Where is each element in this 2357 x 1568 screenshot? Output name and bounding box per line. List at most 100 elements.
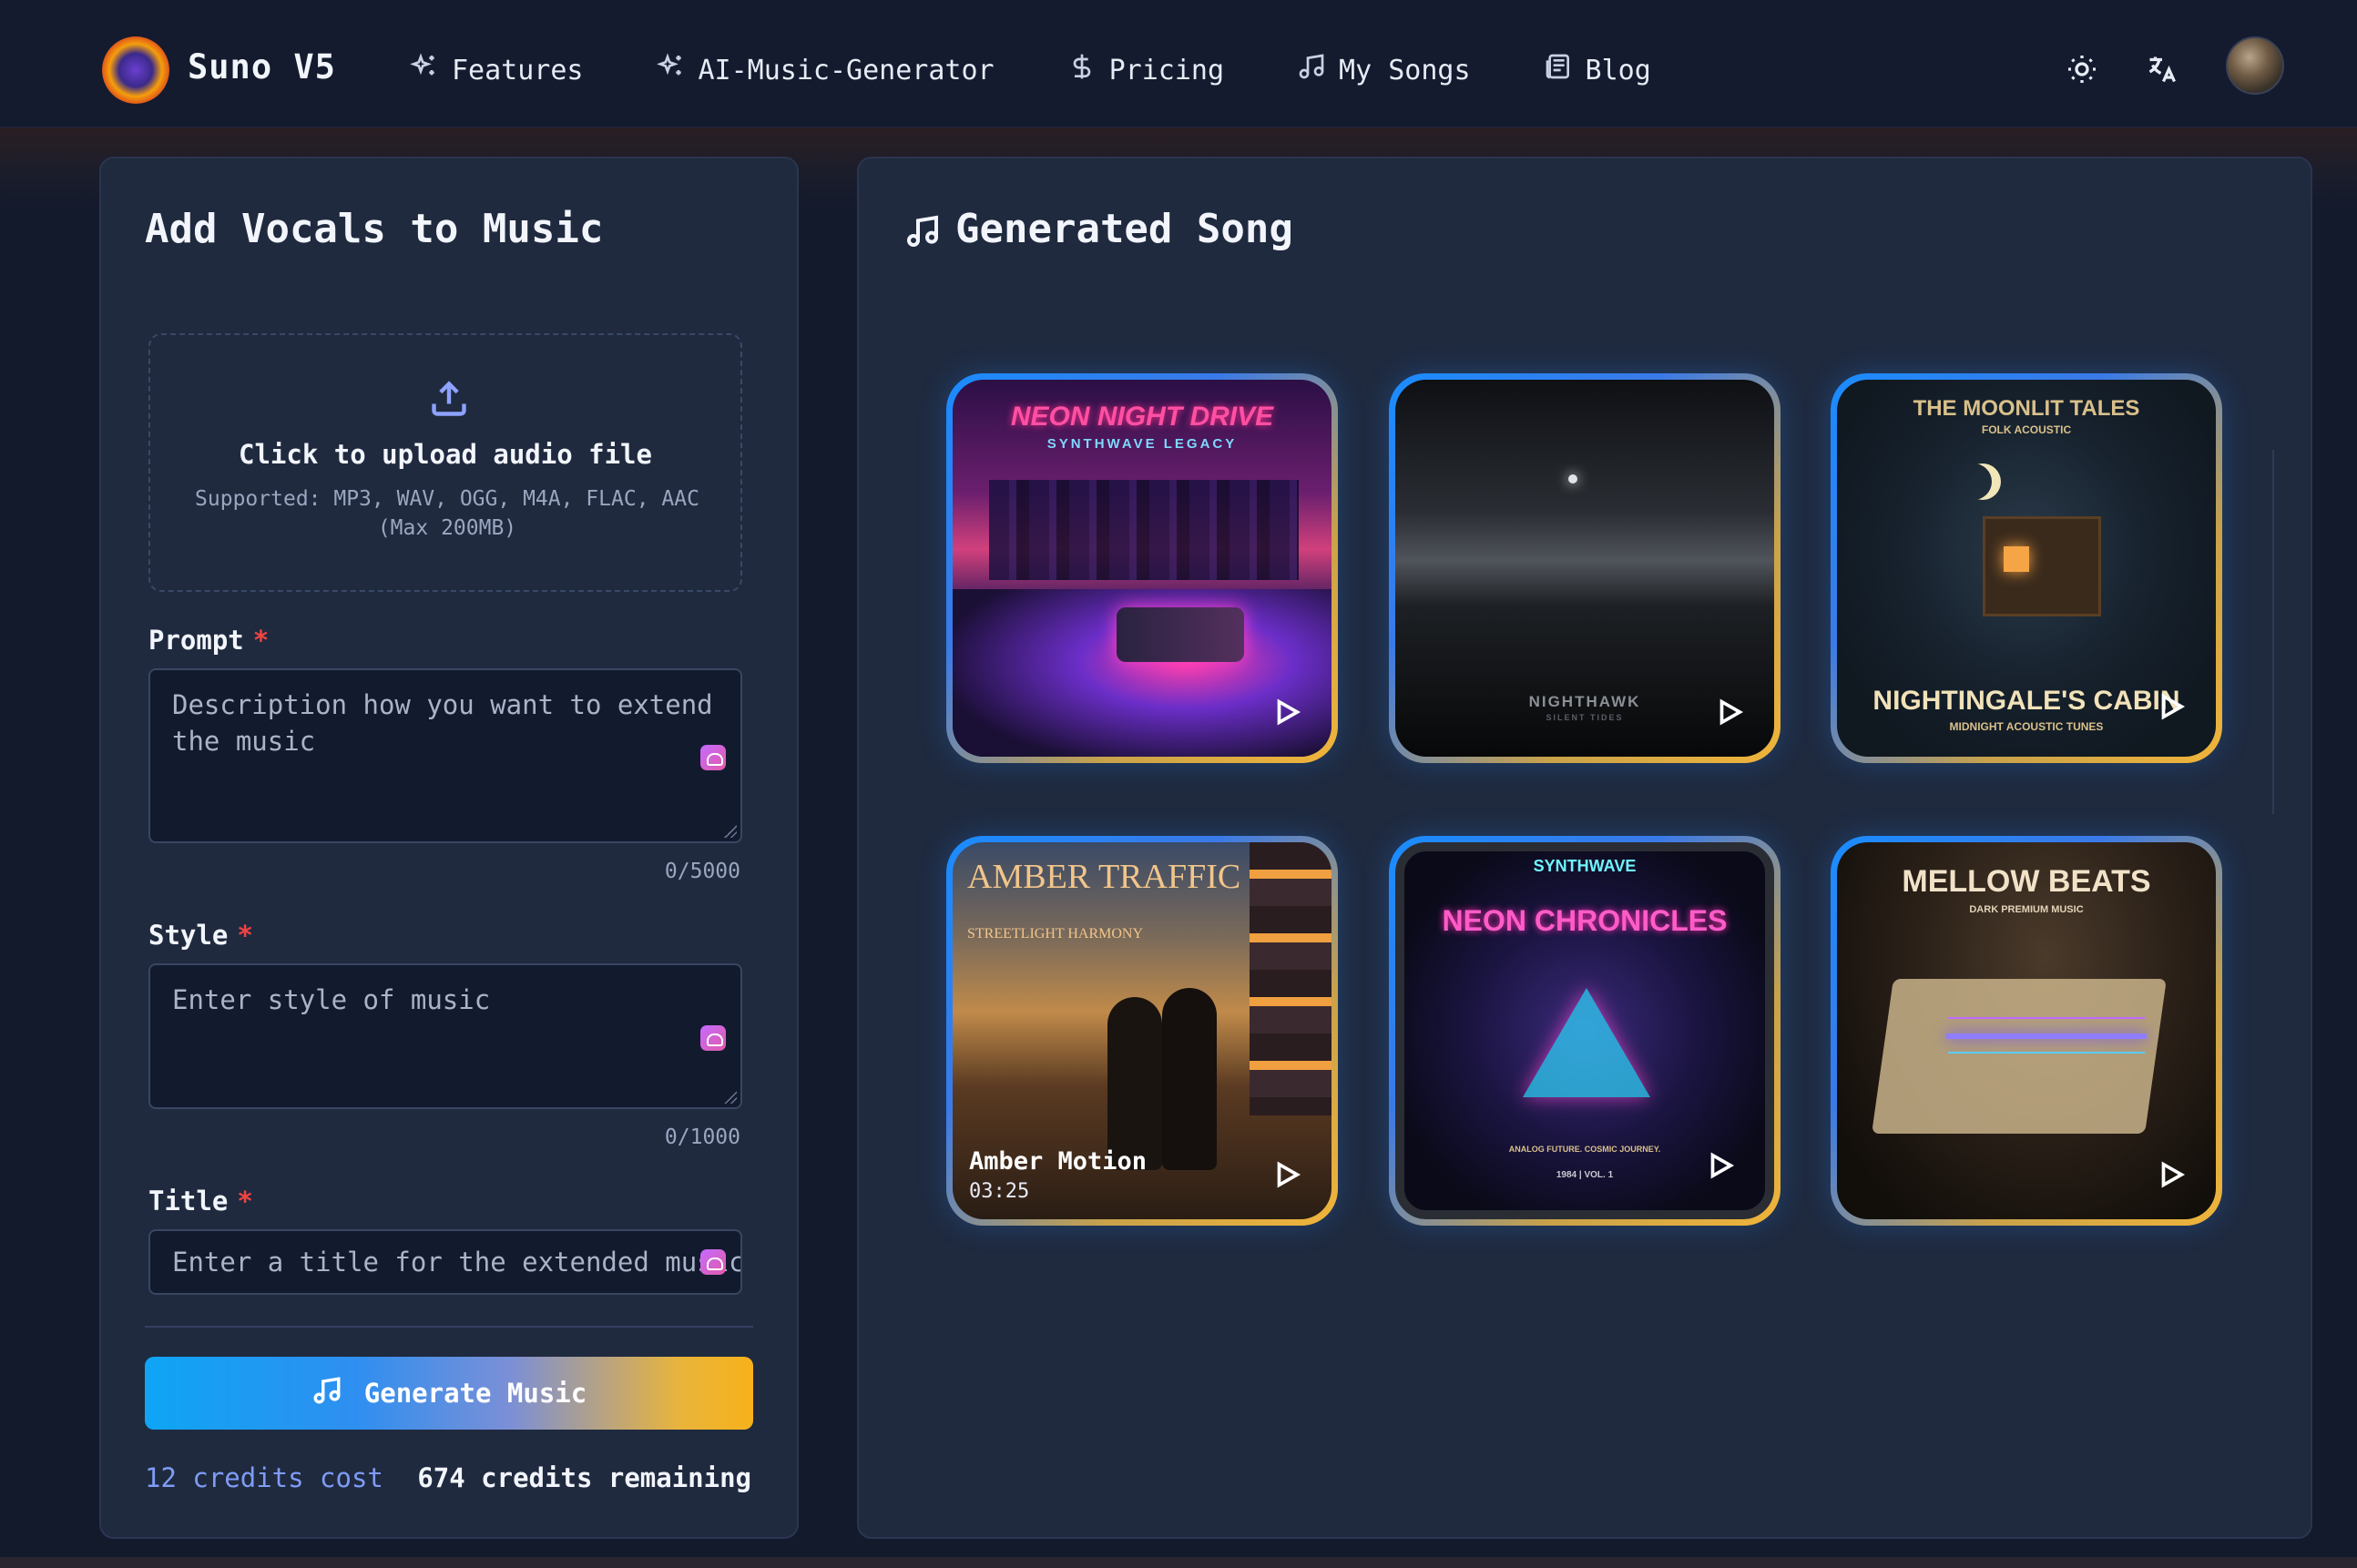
upload-supported-formats: Supported: MP3, WAV, OGG, M4A, FLAC, AAC… bbox=[195, 487, 699, 540]
resize-handle-icon[interactable] bbox=[724, 1091, 737, 1104]
top-navigation-bar: Suno V5 Features AI-Music-Generator Pric… bbox=[0, 0, 2357, 127]
nav-label: AI-Music-Generator bbox=[698, 54, 995, 87]
prompt-label-text: Prompt bbox=[148, 625, 244, 656]
suno-logo-icon[interactable] bbox=[97, 31, 175, 109]
style-textarea[interactable]: Enter style of music bbox=[148, 963, 742, 1109]
song-card[interactable]: THE MOONLIT TALES FOLK ACOUSTIC NIGHTING… bbox=[1831, 373, 2222, 763]
album-subtitle: SYNTHWAVE LEGACY bbox=[1046, 436, 1238, 452]
album-subtitle: MIDNIGHT ACOUSTIC TUNES bbox=[1949, 720, 2104, 733]
ai-assist-icon[interactable] bbox=[700, 1025, 726, 1051]
avatar[interactable] bbox=[2226, 36, 2284, 95]
audio-upload-dropzone[interactable]: Click to upload audio file Supported: MP… bbox=[148, 333, 742, 592]
title-label: Title * bbox=[148, 1186, 253, 1217]
album-title: NEON NIGHT DRIVE bbox=[1010, 402, 1274, 432]
panel-title: Generated Song bbox=[955, 206, 1293, 252]
nav-label: Features bbox=[452, 54, 584, 87]
music-note-icon bbox=[1297, 52, 1326, 88]
play-icon[interactable] bbox=[1714, 697, 1745, 728]
generate-music-label: Generate Music bbox=[363, 1378, 587, 1409]
sparkles-icon bbox=[656, 52, 686, 88]
credits-cost: 12 credits cost bbox=[145, 1462, 383, 1493]
title-label-text: Title bbox=[148, 1186, 229, 1217]
song-title: Amber Motion bbox=[969, 1147, 1148, 1176]
translate-icon[interactable] bbox=[2146, 53, 2178, 89]
sparkles-icon bbox=[410, 52, 439, 88]
car-shape bbox=[1117, 607, 1244, 662]
play-icon[interactable] bbox=[2156, 691, 2187, 722]
album-cover: AMBER TRAFFIC STREETLIGHT HARMONY Amber … bbox=[953, 842, 1332, 1219]
upload-title: Click to upload audio file bbox=[239, 439, 652, 470]
moon-shape bbox=[1568, 474, 1577, 484]
prompt-label: Prompt * bbox=[148, 625, 269, 656]
style-char-counter: 0/1000 bbox=[664, 1125, 740, 1149]
prompt-char-counter: 0/5000 bbox=[664, 860, 740, 883]
required-asterisk: * bbox=[237, 920, 253, 951]
music-note-icon bbox=[311, 1375, 342, 1412]
form-divider bbox=[145, 1326, 753, 1328]
nav-item-my-songs[interactable]: My Songs bbox=[1297, 51, 1471, 89]
generate-music-button[interactable]: Generate Music bbox=[145, 1357, 753, 1430]
generated-song-panel: Generated Song NEON NIGHT DRIVE SYNTHWAV… bbox=[857, 157, 2312, 1539]
title-input[interactable]: Enter a title for the extended music bbox=[148, 1229, 742, 1295]
nav-item-blog[interactable]: Blog bbox=[1544, 51, 1651, 89]
upload-icon bbox=[429, 379, 469, 419]
prompt-placeholder: Description how you want to extend the m… bbox=[172, 689, 713, 757]
prompt-textarea[interactable]: Description how you want to extend the m… bbox=[148, 668, 742, 843]
style-label: Style * bbox=[148, 920, 253, 951]
nav-item-ai-music-generator[interactable]: AI-Music-Generator bbox=[656, 51, 995, 89]
play-icon[interactable] bbox=[2156, 1159, 2187, 1190]
album-subtitle: STREETLIGHT HARMONY bbox=[967, 926, 1144, 942]
album-title: MELLOW BEATS bbox=[1902, 864, 2151, 899]
play-icon[interactable] bbox=[1271, 1159, 1302, 1190]
song-card[interactable]: SYNTHWAVE NEON CHRONICLES ANALOG FUTURE.… bbox=[1389, 836, 1781, 1226]
cabin-shape bbox=[1983, 516, 2101, 616]
nav-item-pricing[interactable]: Pricing bbox=[1067, 51, 1224, 89]
album-top-title: THE MOONLIT TALES bbox=[1913, 396, 2140, 421]
ai-assist-icon[interactable] bbox=[700, 745, 726, 770]
nav-item-features[interactable]: Features bbox=[410, 51, 584, 89]
album-cover: NIGHTHAWK SILENT TIDES bbox=[1395, 380, 1774, 757]
sound-wave bbox=[1946, 1033, 2147, 1039]
city-skyline bbox=[989, 480, 1299, 580]
music-note-icon bbox=[904, 213, 941, 249]
newspaper-icon bbox=[1544, 52, 1573, 88]
open-book bbox=[1872, 979, 2167, 1134]
play-icon[interactable] bbox=[1705, 1150, 1736, 1181]
album-title: NEON CHRONICLES bbox=[1442, 904, 1728, 937]
album-cover: MELLOW BEATS DARK PREMIUM MUSIC bbox=[1837, 842, 2216, 1219]
person-silhouette bbox=[1107, 997, 1162, 1170]
main-nav: Features AI-Music-Generator Pricing My S… bbox=[410, 51, 1724, 89]
album-subtitle: DARK PREMIUM MUSIC bbox=[1969, 904, 2084, 915]
resize-handle-icon[interactable] bbox=[724, 825, 737, 838]
required-asterisk: * bbox=[252, 625, 270, 656]
neon-triangle bbox=[1523, 988, 1650, 1097]
album-cover: NEON NIGHT DRIVE SYNTHWAVE LEGACY bbox=[953, 380, 1332, 757]
song-card[interactable]: MELLOW BEATS DARK PREMIUM MUSIC bbox=[1831, 836, 2222, 1226]
required-asterisk: * bbox=[237, 1186, 253, 1217]
scroll-track[interactable] bbox=[2272, 450, 2274, 814]
song-card[interactable]: AMBER TRAFFIC STREETLIGHT HARMONY Amber … bbox=[946, 836, 1338, 1226]
title-placeholder: Enter a title for the extended music bbox=[172, 1247, 742, 1278]
nav-label: Blog bbox=[1585, 54, 1651, 87]
cabin-window bbox=[2004, 546, 2029, 572]
album-cover: THE MOONLIT TALES FOLK ACOUSTIC NIGHTING… bbox=[1837, 380, 2216, 757]
album-top-title: SYNTHWAVE bbox=[1533, 857, 1637, 875]
nav-label: Pricing bbox=[1108, 54, 1225, 87]
song-duration: 03:25 bbox=[969, 1180, 1030, 1203]
song-card[interactable]: NEON NIGHT DRIVE SYNTHWAVE LEGACY bbox=[946, 373, 1338, 763]
album-cover: SYNTHWAVE NEON CHRONICLES ANALOG FUTURE.… bbox=[1395, 842, 1774, 1219]
brand-name[interactable]: Suno V5 bbox=[188, 47, 336, 87]
nav-label: My Songs bbox=[1339, 54, 1471, 87]
album-title: AMBER TRAFFIC bbox=[967, 858, 1241, 896]
sun-icon[interactable] bbox=[2066, 53, 2098, 89]
top-right-controls bbox=[2066, 36, 2284, 95]
building-signs bbox=[1250, 842, 1332, 1115]
play-icon[interactable] bbox=[1271, 697, 1302, 728]
background-bottom bbox=[0, 1557, 2357, 1568]
dollar-icon bbox=[1067, 52, 1097, 88]
ai-assist-icon[interactable] bbox=[700, 1249, 726, 1275]
song-card[interactable]: NIGHTHAWK SILENT TIDES bbox=[1389, 373, 1781, 763]
person-silhouette bbox=[1162, 988, 1217, 1170]
add-vocals-panel: Add Vocals to Music Click to upload audi… bbox=[99, 157, 799, 1539]
album-top-subtitle: FOLK ACOUSTIC bbox=[1981, 423, 2072, 436]
